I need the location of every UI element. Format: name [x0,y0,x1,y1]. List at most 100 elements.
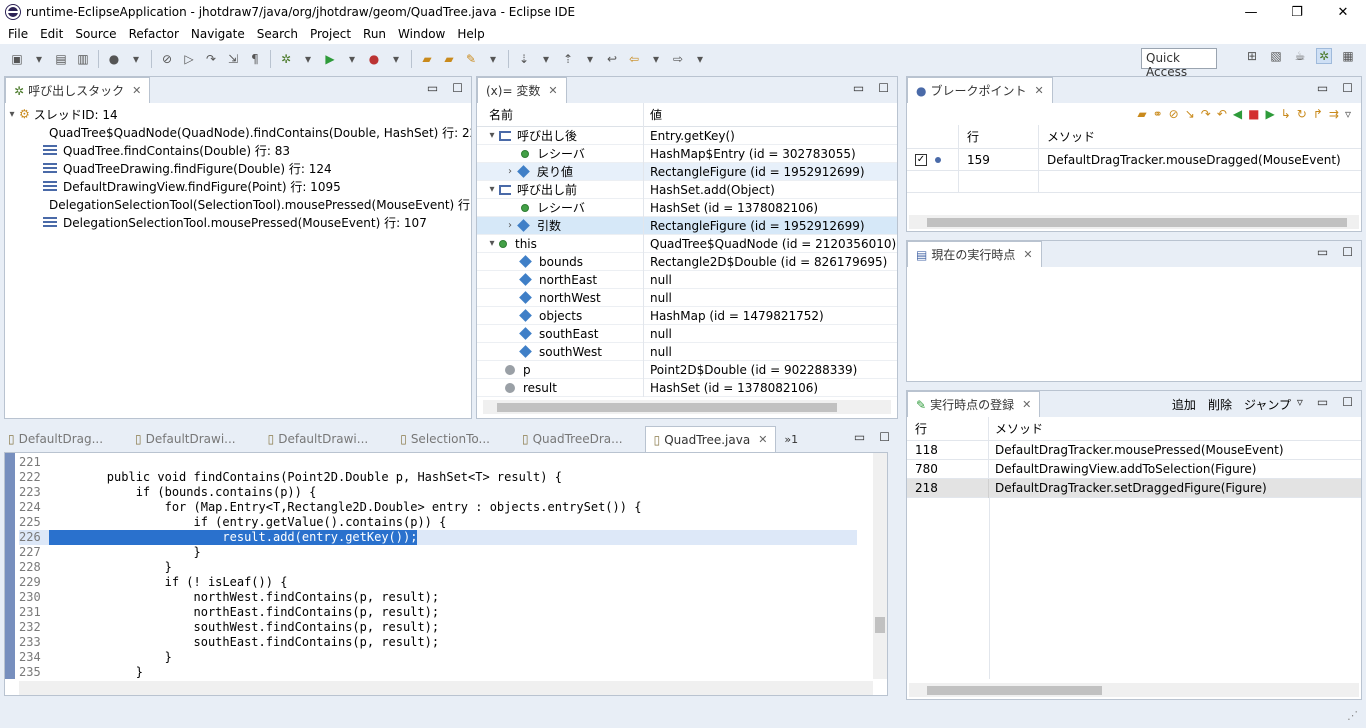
tab-callstack[interactable]: ✲ 呼び出しスタック ✕ [5,77,151,103]
tab-editor-selectiontool[interactable]: ▯ SelectionTo... [392,426,498,452]
close-icon[interactable]: ✕ [1320,0,1366,24]
horizontal-scrollbar[interactable] [909,215,1359,229]
menu-edit[interactable]: Edit [34,27,69,41]
column-header-value[interactable]: 値 [644,106,662,123]
stack-frame[interactable]: DefaultDrawingView.findFigure(Point) 行: … [5,177,471,195]
code-line[interactable]: 232 southWest.findContains(p, result); [19,620,857,635]
checkbox-icon[interactable]: ✓ [915,153,927,166]
variable-row[interactable]: southWest null [477,342,897,361]
resume-icon[interactable]: ▷ [181,51,197,67]
folder-icon[interactable]: ▰ [1137,107,1146,121]
view-menu-icon[interactable]: ▿ [1297,395,1303,409]
resource-perspective-icon[interactable]: ▧ [1268,48,1284,64]
add-button[interactable]: 追加 [1172,396,1196,413]
maximize-icon[interactable]: ☐ [878,81,889,95]
minimize-icon[interactable]: ▭ [853,81,864,95]
code-line[interactable]: 221 [19,455,857,470]
code-line[interactable]: 234 } [19,650,857,665]
profile-icon[interactable]: ● [106,51,122,67]
tab-current-point[interactable]: ▤ 現在の実行時点 ✕ [907,241,1042,267]
code-line[interactable]: 223 if (bounds.contains(p)) { [19,485,857,500]
menu-window[interactable]: Window [392,27,451,41]
other-perspective-icon[interactable]: ▦ [1340,48,1356,64]
column-header-line[interactable]: 行 [959,125,1039,149]
drop-icon[interactable]: ↳ [1281,107,1291,121]
variable-row[interactable]: レシーバ HashSet (id = 1378082106) [477,198,897,217]
link-icon[interactable]: ⚭ [1153,107,1163,121]
menu-project[interactable]: Project [304,27,357,41]
menu-navigate[interactable]: Navigate [185,27,251,41]
stack-frame[interactable]: QuadTreeDrawing.findFigure(Double) 行: 12… [5,159,471,177]
skip-icon[interactable]: ⊘ [1169,107,1179,121]
code-line[interactable]: 222 public void findContains(Point2D.Dou… [19,470,857,485]
close-icon[interactable]: ✕ [1022,398,1031,411]
next-annotation-icon[interactable]: ⇣ [516,51,532,67]
dropdown-icon[interactable]: ▾ [344,51,360,67]
step-return-icon[interactable]: ↶ [1217,107,1227,121]
save-icon[interactable]: ▤ [53,51,69,67]
tab-editor-defaultdrag[interactable]: ▯ DefaultDrag... [0,426,111,452]
code-line[interactable]: 224 for (Map.Entry<T,Rectangle2D.Double>… [19,500,857,515]
return-icon[interactable]: ↱ [1313,107,1323,121]
last-edit-icon[interactable]: ↩ [604,51,620,67]
tab-breakpoints[interactable]: ● ブレークポイント ✕ [907,77,1053,103]
column-header-method[interactable]: メソッド [989,420,1043,437]
tab-editor-defaultdrawi-1[interactable]: ▯ DefaultDrawi... [127,426,244,452]
chevron-down-icon[interactable]: ▾ [485,238,499,249]
column-header-name[interactable]: 名前 [477,103,644,127]
menu-file[interactable]: File [2,27,34,41]
maximize-icon[interactable]: ☐ [1342,81,1353,95]
menu-help[interactable]: Help [451,27,490,41]
restore-icon[interactable]: ❐ [1274,0,1320,24]
quick-access-field[interactable]: Quick Access [1141,48,1217,79]
minimize-icon[interactable]: ▭ [1317,245,1328,259]
more-tabs-button[interactable]: »1 [776,426,806,452]
external-tools-icon[interactable]: ● [366,51,382,67]
breakpoint-row[interactable]: ✓ 159 DefaultDragTracker.mouseDragged(Mo… [907,148,1361,171]
thread-node[interactable]: ▾ ⚙ スレッドID: 14 [5,105,471,123]
variable-row[interactable]: p Point2D$Double (id = 902288339) [477,360,897,379]
horizontal-scrollbar[interactable] [19,681,873,695]
forward-icon[interactable]: ⇨ [670,51,686,67]
tab-editor-quadtree[interactable]: ▯ QuadTree.java ✕ [644,426,777,452]
view-menu-icon[interactable]: ▿ [1345,107,1351,121]
new-icon[interactable]: ▣ [9,51,25,67]
search-tool-icon[interactable]: ✎ [463,51,479,67]
menu-run[interactable]: Run [357,27,392,41]
dropdown-icon[interactable]: ▾ [692,51,708,67]
java-perspective-icon[interactable]: ☕ [1292,48,1308,64]
use-step-filter-icon[interactable]: ⇉ [1329,107,1339,121]
vertical-scrollbar[interactable] [873,453,887,679]
dropdown-icon[interactable]: ▾ [582,51,598,67]
chevron-down-icon[interactable]: ▾ [485,130,499,141]
code-line[interactable]: 231 northEast.findContains(p, result); [19,605,857,620]
step-over-icon[interactable]: ↷ [1201,107,1211,121]
variable-row[interactable]: ▾ this QuadTree$QuadNode (id = 2120356010) [477,234,897,253]
variable-row[interactable]: northEast null [477,270,897,289]
dropdown-icon[interactable]: ▾ [648,51,664,67]
variable-row[interactable]: › 戻り値 RectangleFigure (id = 1952912699) [477,162,897,181]
minimize-icon[interactable]: ▭ [854,430,865,444]
code-line[interactable]: 225 if (entry.getValue().contains(p)) { [19,515,857,530]
run-icon[interactable]: ▶ [322,51,338,67]
variable-row[interactable]: objects HashMap (id = 1479821752) [477,306,897,325]
horizontal-scrollbar[interactable] [909,683,1359,697]
step-icon[interactable]: ↷ [203,51,219,67]
variable-row[interactable]: レシーバ HashMap$Entry (id = 302783055) [477,144,897,163]
stack-frame[interactable]: QuadTree.findContains(Double) 行: 83 [5,141,471,159]
maximize-icon[interactable]: ☐ [452,81,463,95]
minimize-icon[interactable]: ▭ [427,81,438,95]
debug-icon[interactable]: ✲ [278,51,294,67]
terminate-icon[interactable]: ■ [1248,107,1259,121]
open-type-icon[interactable]: ▰ [419,51,435,67]
code-line[interactable]: 235 } [19,665,857,680]
stack-frame[interactable]: QuadTree$QuadNode(QuadNode).findContains… [5,123,471,141]
dropdown-icon[interactable]: ▾ [300,51,316,67]
stack-frame[interactable]: DelegationSelectionTool(SelectionTool).m… [5,195,471,213]
delete-button[interactable]: 削除 [1208,396,1232,413]
skip-breakpoints-icon[interactable]: ⊘ [159,51,175,67]
recorded-row[interactable]: 118 DefaultDragTracker.mousePressed(Mous… [907,440,1361,460]
chevron-right-icon[interactable]: › [503,220,517,231]
play-icon[interactable]: ▶ [1265,107,1274,121]
close-icon[interactable]: ✕ [758,433,767,446]
